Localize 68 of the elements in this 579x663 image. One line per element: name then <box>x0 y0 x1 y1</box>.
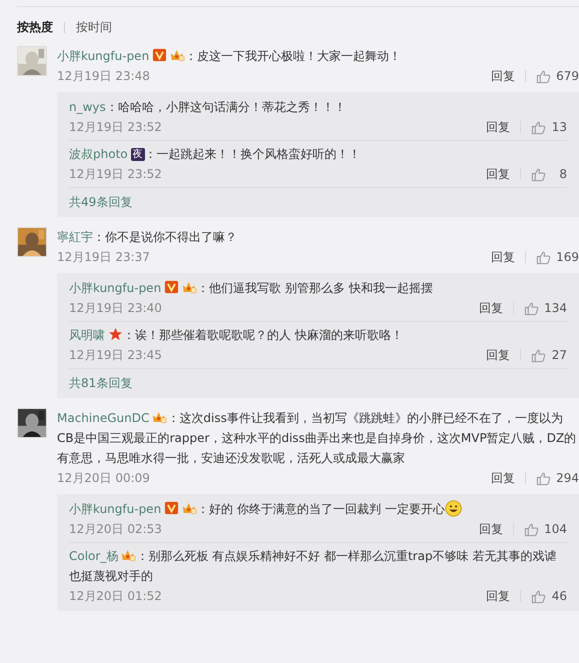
like-count: 679 <box>556 69 579 83</box>
timestamp: 12月19日 23:37 <box>57 248 151 266</box>
like-count: 13 <box>551 120 567 134</box>
like-count: 294 <box>556 471 579 485</box>
verified-icon <box>152 48 168 62</box>
thumbs-up-icon <box>531 120 546 134</box>
reply-button[interactable]: 回复 <box>491 248 516 266</box>
comment-text: 波叔photo 夜 ：一起跳起来！！换个风格蛮好听的！！ <box>69 147 361 161</box>
thumbs-up-icon <box>531 348 546 362</box>
user-name[interactable]: n_wys <box>69 100 106 114</box>
reply-button[interactable]: 回复 <box>479 520 504 538</box>
comment-text: Color_杨 ：别那么死板 有点娱乐精神好不好 都一样那么沉重trap不够味 若无其事的戏谑也挺蔑视对手的 <box>69 549 556 583</box>
more-replies-link[interactable]: 共49条回复 <box>69 188 567 215</box>
like-count: 46 <box>551 589 567 603</box>
thumbs-up-icon <box>524 522 540 536</box>
comment-text: MachineGunDC ：这次diss事件让我看到，当初写《跳跳蛙》的小胖已经不在了，一度以为CB是中国三观最正的rapper，这种水平的diss曲弄出来也是自掉身价，这次MVP暂定八贼，DZ的有意思，马思唯水得一批，安迪还没发歌呢，活死人或成最大赢家 <box>57 411 576 465</box>
sort-tab[interactable]: 按时间 <box>76 19 112 36</box>
crown-icon <box>152 410 168 424</box>
comment-text: 小胖kungfu-pen ：好的 你终于满意的当了一回裁判 一定要开心 <box>69 502 462 516</box>
timestamp: 12月19日 23:40 <box>69 300 163 316</box>
timestamp: 12月19日 23:48 <box>57 68 151 84</box>
comment-text: 风明啸 ：诶！那些催着歌呢歌呢？的人 快麻溜的来听歌咯！ <box>69 328 403 342</box>
more-replies-link[interactable]: 共81条回复 <box>69 369 567 396</box>
timestamp: 12月20日 02:53 <box>69 520 163 538</box>
thumbs-up-icon <box>531 166 546 182</box>
verified-icon <box>164 501 180 515</box>
like-count: 104 <box>544 522 567 536</box>
comment-text: 小胖kungfu-pen ：他们逼我写歌 别管那么多 快和我一起摇摆 <box>69 281 433 295</box>
comment-text: 寧紅宇：你不是说你不得出了嘛？ <box>57 230 237 244</box>
crown-icon <box>182 280 198 294</box>
reply-button[interactable]: 回复 <box>491 68 516 84</box>
user-name[interactable]: Color_杨 <box>69 549 118 563</box>
timestamp: 12月19日 23:52 <box>69 118 163 136</box>
user-name[interactable]: 小胖kungfu-pen <box>69 502 162 516</box>
crown-icon <box>170 48 186 62</box>
reply-button[interactable]: 回复 <box>486 346 510 364</box>
timestamp: 12月20日 00:09 <box>57 470 151 486</box>
thumbs-up-icon <box>536 470 552 486</box>
user-name[interactable]: 寧紅宇 <box>57 230 93 244</box>
reply-button[interactable]: 回复 <box>491 470 516 486</box>
sort-tab[interactable]: 按热度 <box>17 19 53 36</box>
timestamp: 12月19日 23:45 <box>69 346 163 364</box>
thumbs-up-icon <box>536 250 552 264</box>
timestamp: 12月20日 01:52 <box>69 588 163 604</box>
crown-icon <box>182 501 198 515</box>
thumbs-up-icon <box>531 588 546 604</box>
comment-text: n_wys：哈哈哈，小胖这句话满分！蒂花之秀！！！ <box>69 100 346 114</box>
thumbs-up-icon <box>536 68 552 84</box>
user-name[interactable]: 小胖kungfu-pen <box>69 281 162 295</box>
reply-button[interactable]: 回复 <box>479 300 504 316</box>
like-count: 27 <box>551 348 567 362</box>
thumbs-up-icon <box>524 300 540 316</box>
verified-icon <box>164 280 180 294</box>
reply-button[interactable]: 回复 <box>486 166 510 182</box>
comment-text: 小胖kungfu-pen ：皮这一下我开心极啦！大家一起舞动！ <box>57 49 402 63</box>
crown-icon <box>121 548 136 562</box>
star-icon <box>108 327 123 341</box>
user-badge: 夜 <box>130 148 145 161</box>
reply-button[interactable]: 回复 <box>486 588 510 604</box>
like-count: 8 <box>558 167 567 181</box>
user-name[interactable]: MachineGunDC <box>57 411 150 425</box>
user-name[interactable]: 风明啸 <box>69 328 105 342</box>
user-name[interactable]: 波叔photo <box>69 147 128 161</box>
reply-button[interactable]: 回复 <box>486 118 510 136</box>
like-count: 169 <box>556 250 579 264</box>
user-name[interactable]: 小胖kungfu-pen <box>57 49 150 63</box>
like-count: 134 <box>544 301 567 315</box>
timestamp: 12月19日 23:52 <box>69 166 163 182</box>
